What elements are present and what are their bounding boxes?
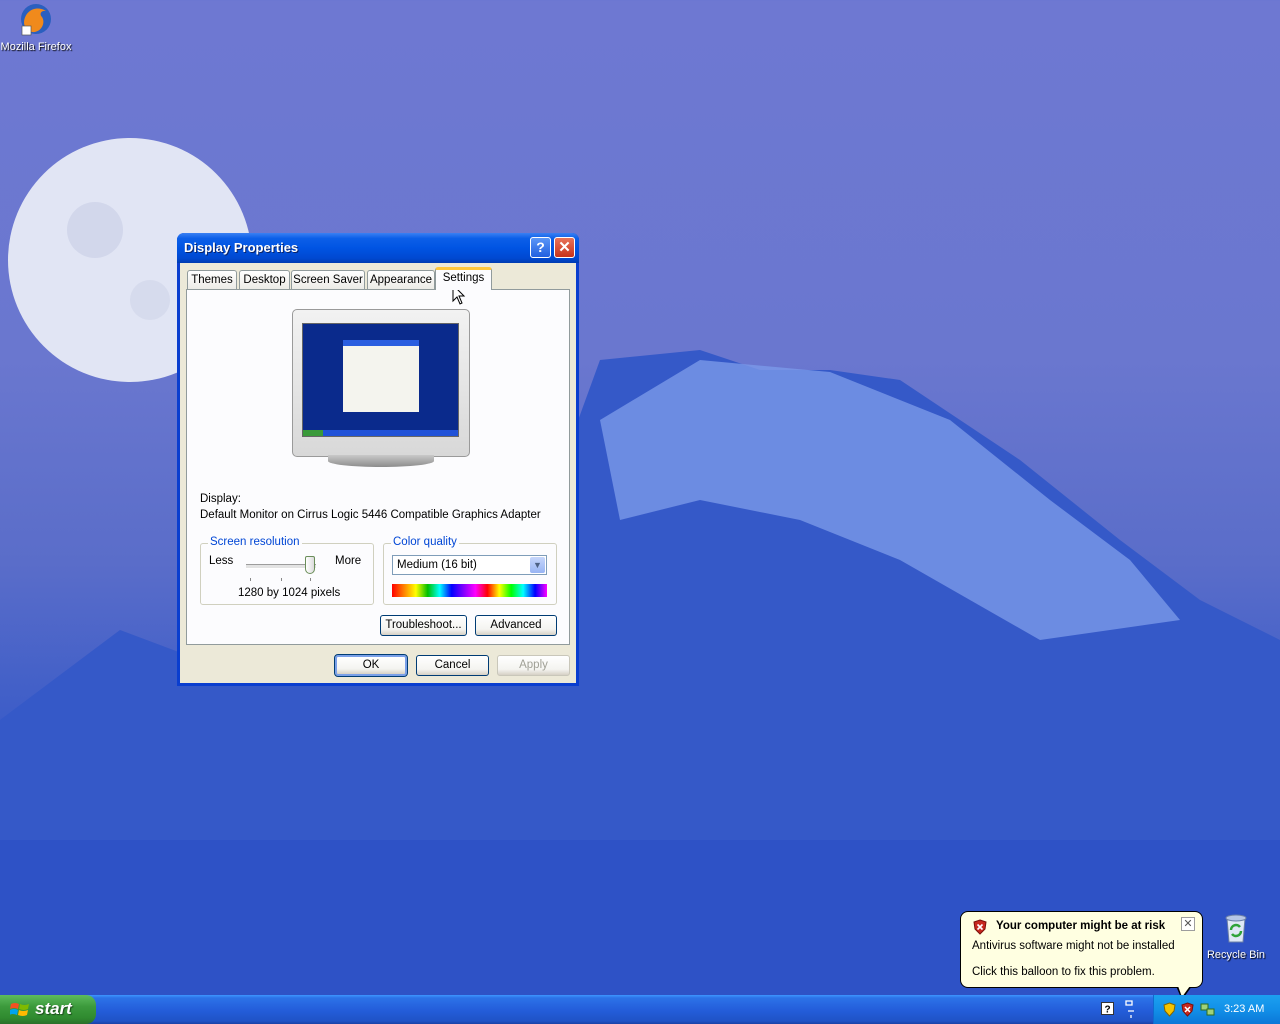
resolution-value: 1280 by 1024 pixels [238, 587, 341, 599]
color-quality-select[interactable]: Medium (16 bit) ▼ [392, 555, 547, 575]
desktop-icon-firefox[interactable]: Mozilla Firefox [0, 2, 76, 53]
resolution-slider-thumb[interactable] [305, 556, 315, 574]
more-label: More [335, 555, 362, 567]
network-connection-icon[interactable] [1200, 1002, 1215, 1017]
window-title: Display Properties [184, 240, 299, 255]
recycle-bin-icon [1225, 914, 1247, 943]
settings-panel: Display: Default Monitor on Cirrus Logic… [186, 289, 570, 645]
color-quality-value: Medium (16 bit) [397, 559, 477, 571]
tab-screen-saver[interactable]: Screen Saver [291, 270, 365, 289]
balloon-line-2: Click this balloon to fix this problem. [972, 966, 1155, 978]
display-properties-window: Display Properties ? ✕ Themes Desktop Sc… [177, 233, 579, 686]
desktop-icon-label: Recycle Bin [1206, 949, 1266, 961]
firefox-icon [21, 4, 51, 36]
network-tray-icon[interactable] [1124, 999, 1136, 1019]
clock[interactable]: 3:23 AM [1224, 1003, 1264, 1015]
desktop-icon-recycle-bin[interactable]: Recycle Bin [1196, 912, 1276, 961]
display-value: Default Monitor on Cirrus Logic 5446 Com… [200, 509, 541, 521]
less-label: Less [209, 555, 234, 567]
display-label: Display: [200, 493, 241, 505]
taskbar: start ? 3:23 AM [0, 995, 1280, 1024]
color-quality-title: Color quality [391, 536, 459, 548]
security-center-icon[interactable] [1163, 1002, 1176, 1017]
advanced-button[interactable]: Advanced [475, 615, 557, 636]
shield-warning-icon [973, 919, 987, 935]
security-alert-icon[interactable] [1181, 1002, 1194, 1017]
balloon-close-button[interactable]: ✕ [1181, 917, 1195, 931]
screen-resolution-title: Screen resolution [208, 536, 302, 548]
color-quality-group: Color quality Medium (16 bit) ▼ [383, 536, 557, 605]
apply-button[interactable]: Apply [497, 655, 570, 676]
start-label: start [35, 999, 72, 1018]
tab-desktop[interactable]: Desktop [239, 270, 290, 289]
chevron-down-icon[interactable]: ▼ [530, 557, 545, 573]
windows-logo-icon [10, 1003, 29, 1016]
color-spectrum-bar [392, 584, 547, 597]
tab-appearance[interactable]: Appearance [367, 270, 435, 289]
security-balloon[interactable]: Your computer might be at risk ✕ Antivir… [960, 911, 1203, 988]
ok-button[interactable]: OK [334, 654, 408, 677]
monitor-screen [302, 323, 459, 437]
help-button[interactable]: ? [530, 237, 551, 258]
window-client-area: Themes Desktop Screen Saver Appearance S… [180, 263, 576, 683]
system-tray: 3:23 AM [1153, 995, 1280, 1024]
desktop-icon-label: Mozilla Firefox [0, 41, 72, 53]
monitor-stand [328, 455, 434, 467]
monitor-preview [292, 309, 470, 467]
close-button[interactable]: ✕ [554, 237, 575, 258]
balloon-line-1: Antivirus software might not be installe… [972, 940, 1175, 952]
troubleshoot-button[interactable]: Troubleshoot... [380, 615, 467, 636]
balloon-title: Your computer might be at risk [996, 920, 1166, 932]
start-button[interactable]: start [0, 995, 96, 1024]
cancel-button[interactable]: Cancel [416, 655, 489, 676]
tab-settings[interactable]: Settings [435, 267, 492, 290]
help-tray-icon[interactable]: ? [1101, 1002, 1114, 1015]
svg-text:?: ? [1105, 1005, 1111, 1016]
screen-resolution-group: Screen resolution Less More 1280 by 1024… [200, 536, 374, 605]
title-bar[interactable]: Display Properties ? ✕ [177, 233, 579, 263]
tab-themes[interactable]: Themes [187, 270, 237, 289]
